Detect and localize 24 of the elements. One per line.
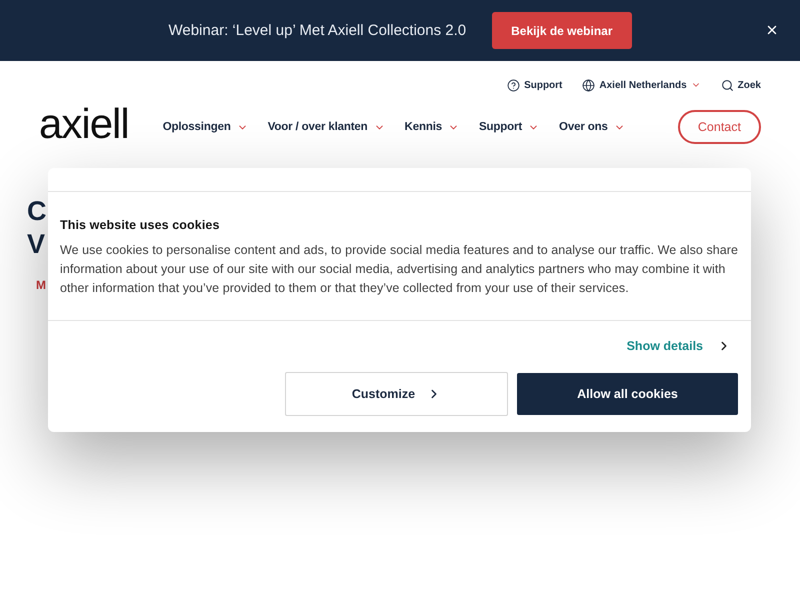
search-link[interactable]: Zoek bbox=[720, 78, 761, 92]
help-link[interactable]: Support bbox=[507, 78, 562, 92]
show-details-link[interactable]: Show details bbox=[626, 339, 731, 353]
nav-link[interactable]: Voor / over klanten bbox=[268, 121, 385, 133]
page-meta-text: M bbox=[36, 278, 46, 292]
search-icon bbox=[720, 78, 734, 92]
close-icon[interactable] bbox=[765, 23, 779, 37]
page-heading: C bbox=[27, 195, 46, 228]
nav-link[interactable]: Support bbox=[479, 121, 540, 133]
dialog-text: We use cookies to personalise content and ads, to provide social media features and to analyse our traffic. We also share information about your use of our site with our social media, advertising and analytics partners who may combine it with other information that you’ve provided to them or that they’ve collected from your use of their services. bbox=[60, 242, 739, 297]
contact-button[interactable]: Contact bbox=[678, 110, 761, 144]
customize-button[interactable]: Customize bbox=[285, 372, 508, 416]
page-heading: V bbox=[27, 228, 46, 261]
announcement-text: Webinar: ‘Level up’ Met Axiell Collections 2.0 bbox=[168, 22, 466, 39]
axiell-logo[interactable]: axiell bbox=[39, 103, 129, 145]
globe-icon bbox=[582, 78, 596, 92]
allow-all-button[interactable]: Allow all cookies bbox=[517, 373, 738, 415]
nav-link[interactable]: Oplossingen bbox=[162, 121, 248, 133]
nav-link[interactable]: Kennis bbox=[404, 121, 459, 133]
help-icon bbox=[507, 78, 520, 92]
webinar-button[interactable]: Bekijk de webinar bbox=[492, 12, 632, 49]
nav-link[interactable]: Over ons bbox=[559, 121, 625, 133]
region-selector[interactable]: Axiell Netherlands bbox=[582, 78, 701, 92]
dialog-title: This website uses cookies bbox=[60, 217, 221, 234]
